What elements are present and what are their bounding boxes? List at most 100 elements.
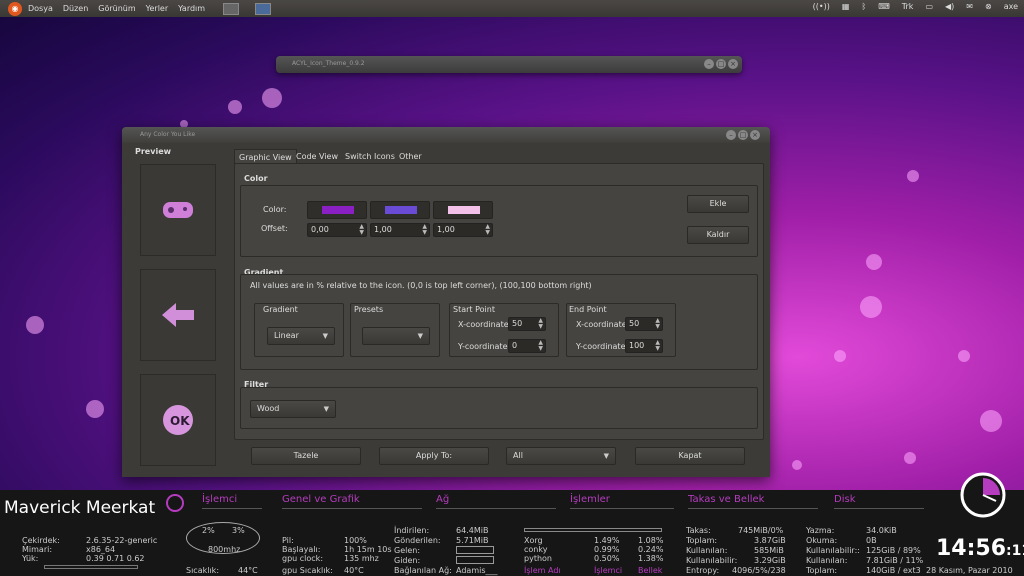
menu-duzen[interactable]: Düzen	[63, 4, 88, 13]
disk-label: Kullanılabilir::	[806, 546, 860, 555]
proc-name: Xorg	[524, 536, 543, 545]
mem-value: 3.29GiB	[754, 556, 786, 565]
uptime-label: Başlayalı:	[282, 545, 321, 554]
disk-label: Kullanılan:	[806, 556, 848, 565]
minimize-icon[interactable]: –	[704, 59, 714, 69]
mem-value: 585MiB	[754, 546, 784, 555]
divider	[202, 508, 262, 509]
apply-to-button[interactable]: Apply To:	[379, 447, 489, 465]
small-window-title: ACYL_Icon_Theme_0.9.2	[292, 60, 365, 67]
header-general: Genel ve Grafik	[282, 494, 360, 505]
disk-value: 34.0KiB	[866, 526, 897, 535]
header-cpu: İşlemci	[202, 494, 238, 505]
close-icon[interactable]: ×	[728, 59, 738, 69]
menu-yardim[interactable]: Yardım	[178, 4, 205, 13]
keyboard-icon[interactable]: ⌨	[878, 2, 890, 11]
arch-value: x86_64	[86, 545, 116, 554]
color-label: Color:	[263, 205, 287, 214]
conky-panel: Maverick Meerkat İşlemci Genel ve Grafik…	[0, 490, 1024, 576]
upload-label: Gönderilen:	[394, 536, 441, 545]
outgoing-graph	[456, 556, 494, 564]
offset-input-3[interactable]: 1,00 ▲ ▼	[433, 223, 493, 237]
color-swatch-3[interactable]	[433, 201, 493, 219]
clock-icon	[960, 472, 1006, 518]
tab-code-view[interactable]: Code View	[292, 149, 342, 164]
disk-value: 125GiB / 89%	[866, 546, 921, 555]
color-swatch-1[interactable]	[307, 201, 367, 219]
start-x-label: X-coordinate	[458, 320, 509, 329]
preview-arrow	[140, 269, 216, 361]
preview-ok: OK	[140, 374, 216, 466]
mem-value: 3.87GiB	[754, 536, 786, 545]
user-name[interactable]: axe	[1004, 2, 1018, 11]
bluetooth-icon[interactable]: ᛒ	[861, 2, 866, 11]
end-y-input[interactable]: 100 ▲ ▼	[625, 339, 663, 353]
divider	[436, 508, 556, 509]
refresh-button[interactable]: Tazele	[251, 447, 361, 465]
gpu-clock-label: gpu clock:	[282, 554, 324, 563]
presets-label: Presets	[354, 305, 384, 314]
divider	[282, 508, 422, 509]
proc-cpu: 0.99%	[594, 545, 620, 554]
maximize-icon[interactable]: □	[716, 59, 726, 69]
remove-color-button[interactable]: Kaldır	[687, 226, 749, 244]
wifi-icon[interactable]: ((•))	[813, 2, 830, 11]
gpu-temp-label: gpu Sıcaklık:	[282, 566, 333, 575]
menu-gorunum[interactable]: Görünüm	[98, 4, 135, 13]
proc-footer-name: İşlem Adı	[524, 566, 561, 575]
close-icon[interactable]: ×	[750, 130, 760, 140]
offset-input-2[interactable]: 1,00 ▲ ▼	[370, 223, 430, 237]
distro-name: Maverick Meerkat	[4, 498, 156, 518]
keyboard-layout[interactable]: Trk	[902, 2, 914, 11]
color-swatch-2[interactable]	[370, 201, 430, 219]
menu-yerler[interactable]: Yerler	[146, 4, 168, 13]
apply-to-select[interactable]: All ▼	[506, 447, 616, 465]
start-y-input[interactable]: 0 ▲ ▼	[508, 339, 546, 353]
mem-label: Takas:	[686, 526, 711, 535]
chevron-down-icon: ▼	[323, 405, 329, 413]
mail-icon[interactable]: ✉	[966, 2, 973, 11]
add-color-button[interactable]: Ekle	[687, 195, 749, 213]
tab-other[interactable]: Other	[395, 149, 426, 164]
proc-footer-mem: Bellek	[638, 566, 663, 575]
cpu-core1: 2%	[202, 526, 215, 535]
show-desktop-icon[interactable]	[223, 2, 240, 15]
color-heading: Color	[244, 174, 268, 183]
battery-icon[interactable]: ▭	[925, 2, 933, 11]
proc-cpu: 1.49%	[594, 536, 620, 545]
tab-graphic-view[interactable]: Graphic View	[234, 149, 297, 164]
offset-input-1[interactable]: 0,00 ▲ ▼	[307, 223, 367, 237]
offset-label: Offset:	[261, 224, 288, 233]
gradient-type-select[interactable]: Linear ▼	[267, 327, 335, 345]
chevron-down-icon: ▼	[603, 452, 609, 460]
presets-select[interactable]: ▼	[362, 327, 430, 345]
menu-dosya[interactable]: Dosya	[28, 4, 53, 13]
window-list-icon[interactable]	[255, 2, 272, 15]
ubuntu-logo-icon[interactable]: ◉	[8, 1, 22, 16]
proc-mem: 1.08%	[638, 536, 664, 545]
mem-label: Kullanılabilir:	[686, 556, 738, 565]
load-value: 0.39 0.71 0.62	[86, 554, 145, 563]
minimize-icon[interactable]: –	[726, 130, 736, 140]
start-x-input[interactable]: 50 ▲ ▼	[508, 317, 546, 331]
temp-value: 44°C	[238, 566, 258, 575]
divider	[570, 508, 674, 509]
connection-value: Adamis___	[456, 566, 498, 575]
disk-label: Yazma:	[806, 526, 835, 535]
download-value: 64.4MiB	[456, 526, 489, 535]
close-button[interactable]: Kapat	[635, 447, 745, 465]
mem-value: 745MiB/0%	[738, 526, 784, 535]
header-disk: Disk	[834, 494, 856, 505]
filter-select[interactable]: Wood ▼	[250, 400, 336, 418]
chevron-down-icon: ▼	[322, 332, 328, 340]
gradient-type-label: Gradient	[263, 305, 298, 314]
ok-icon: OK	[163, 405, 193, 435]
volume-icon[interactable]: ◀)	[945, 2, 954, 11]
tab-switch-icons[interactable]: Switch Icons	[341, 149, 399, 164]
end-x-input[interactable]: 50 ▲ ▼	[625, 317, 663, 331]
color-group	[240, 185, 758, 257]
connection-label: Bağlanılan Ağ:	[394, 566, 452, 575]
session-icon[interactable]: ⊗	[985, 2, 992, 11]
network-icon[interactable]: ▦	[842, 2, 850, 11]
maximize-icon[interactable]: □	[738, 130, 748, 140]
